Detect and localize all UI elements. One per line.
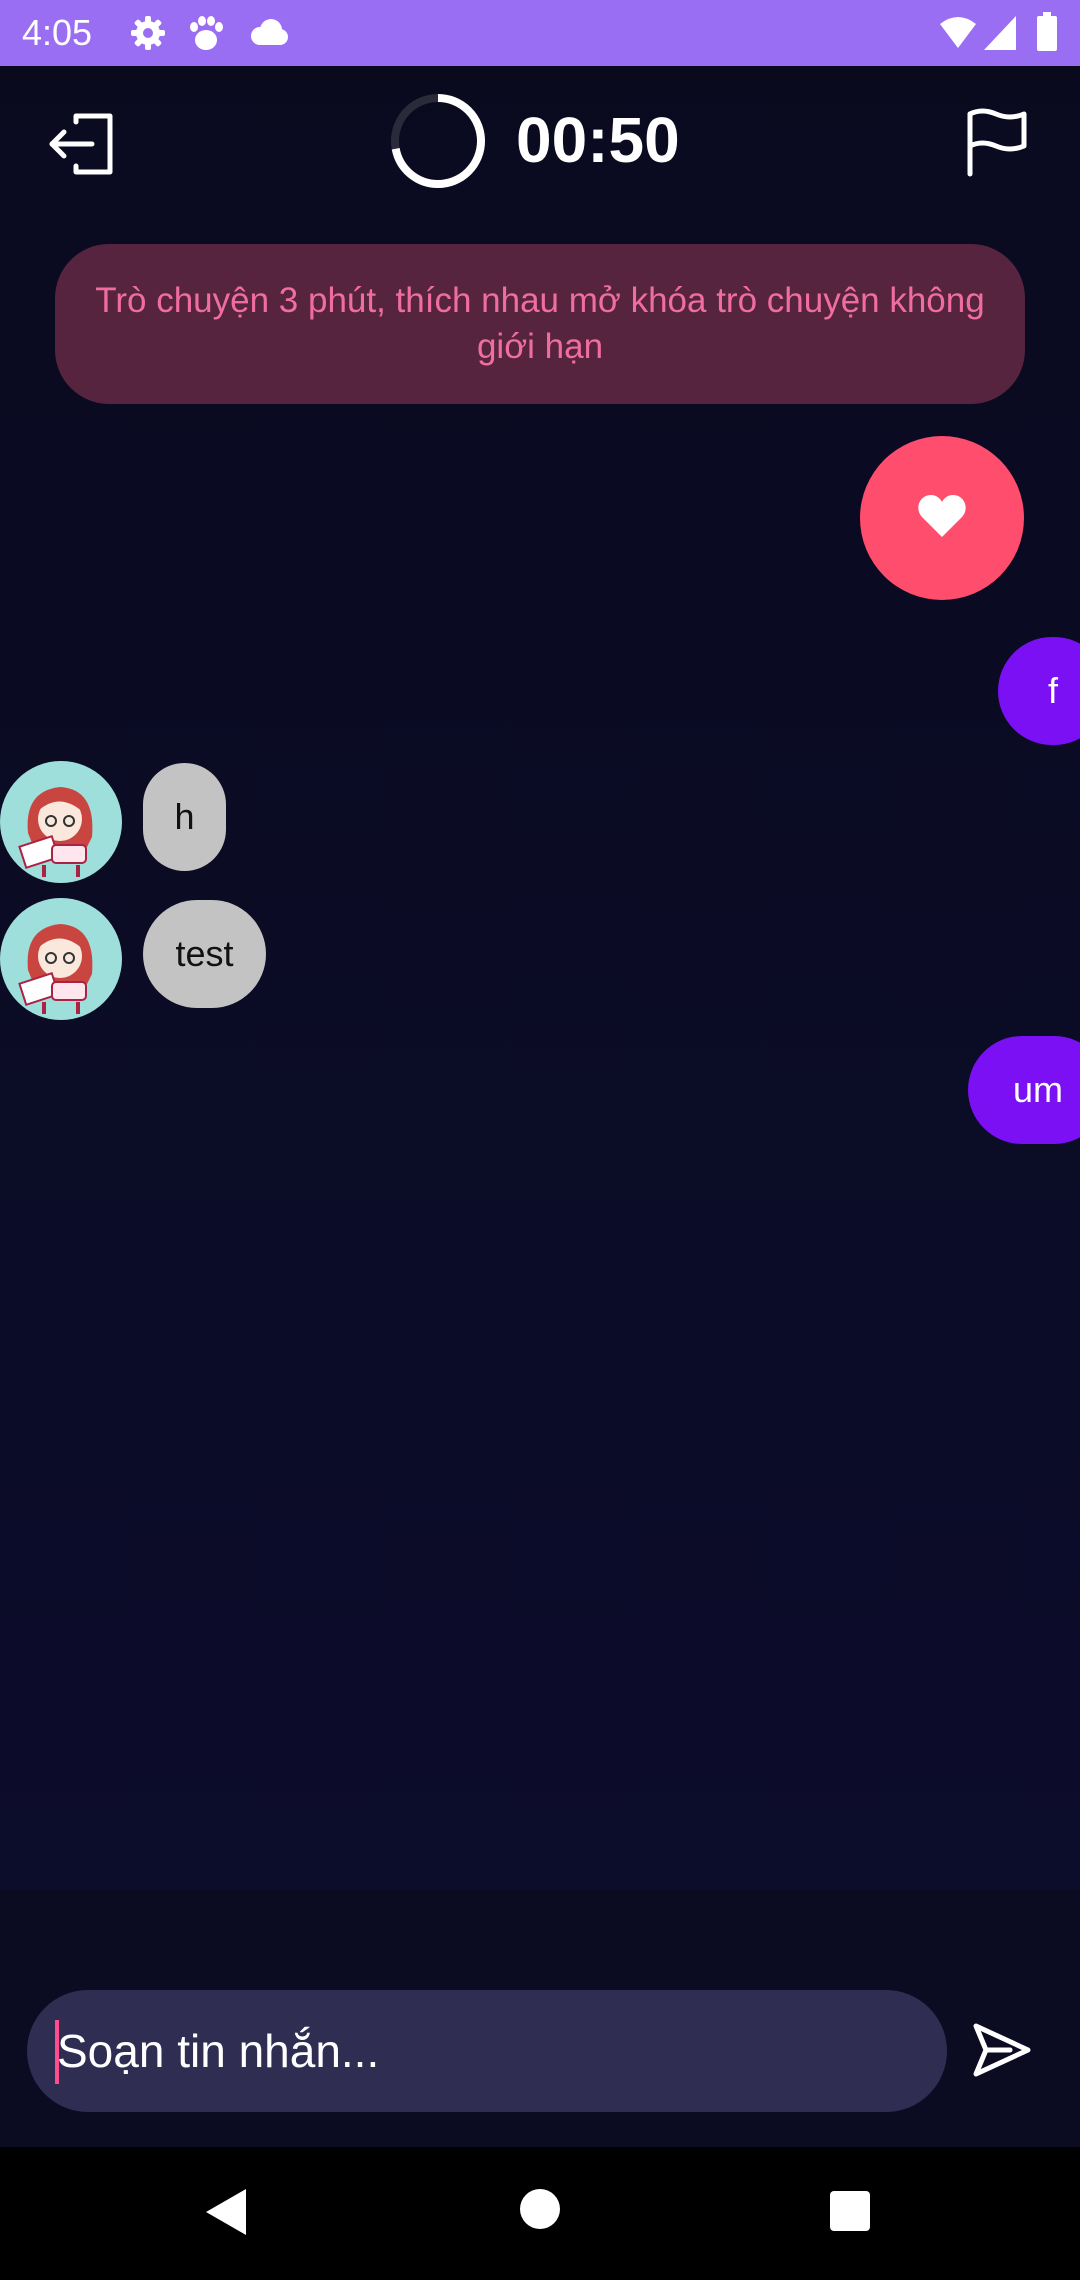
message-input-placeholder: Soạn tin nhắn...	[57, 2025, 380, 2077]
timer-text: 00:50	[516, 104, 680, 176]
message-input[interactable]: Soạn tin nhắn...	[27, 1990, 947, 2112]
message-bubble-sent[interactable]: f	[998, 637, 1080, 745]
chat-screen: 00:50 Trò chuyện 3 phút, thích nhau mở k…	[0, 66, 1080, 2147]
back-button[interactable]	[202, 2185, 250, 2244]
signal-icon	[982, 14, 1018, 57]
recents-button[interactable]	[828, 2189, 872, 2238]
wifi-icon	[938, 14, 978, 57]
message-bubble-received[interactable]: h	[143, 763, 226, 871]
status-time: 4:05	[22, 12, 93, 53]
message-text: um	[1012, 1069, 1063, 1110]
message-text: f	[1047, 670, 1058, 711]
report-button[interactable]	[962, 106, 1032, 183]
send-button[interactable]	[970, 2018, 1034, 2087]
navigation-bar	[0, 2147, 1080, 2280]
send-icon	[970, 2023, 1034, 2086]
message-text: test	[175, 933, 234, 974]
status-bar: 4:05	[0, 0, 1080, 66]
partner-avatar[interactable]	[0, 761, 122, 883]
home-button[interactable]	[518, 2187, 562, 2236]
settings-icon	[128, 13, 168, 58]
flag-icon	[962, 108, 1032, 182]
message-bubble-sent[interactable]: um	[968, 1036, 1080, 1144]
battery-icon	[1036, 12, 1058, 57]
exit-button[interactable]	[46, 108, 118, 185]
cloud-icon	[246, 18, 290, 53]
paw-icon	[186, 13, 226, 58]
partner-avatar[interactable]	[0, 898, 122, 1020]
message-bubble-received[interactable]: test	[143, 900, 266, 1008]
banner-text: Trò chuyện 3 phút, thích nhau mở khóa tr…	[95, 281, 985, 366]
like-button[interactable]	[860, 436, 1024, 600]
unlock-chat-banner: Trò chuyện 3 phút, thích nhau mở khóa tr…	[55, 244, 1025, 404]
heart-icon	[917, 493, 967, 544]
exit-icon	[46, 113, 118, 184]
timer-ring	[390, 93, 486, 194]
message-text: h	[174, 796, 195, 837]
